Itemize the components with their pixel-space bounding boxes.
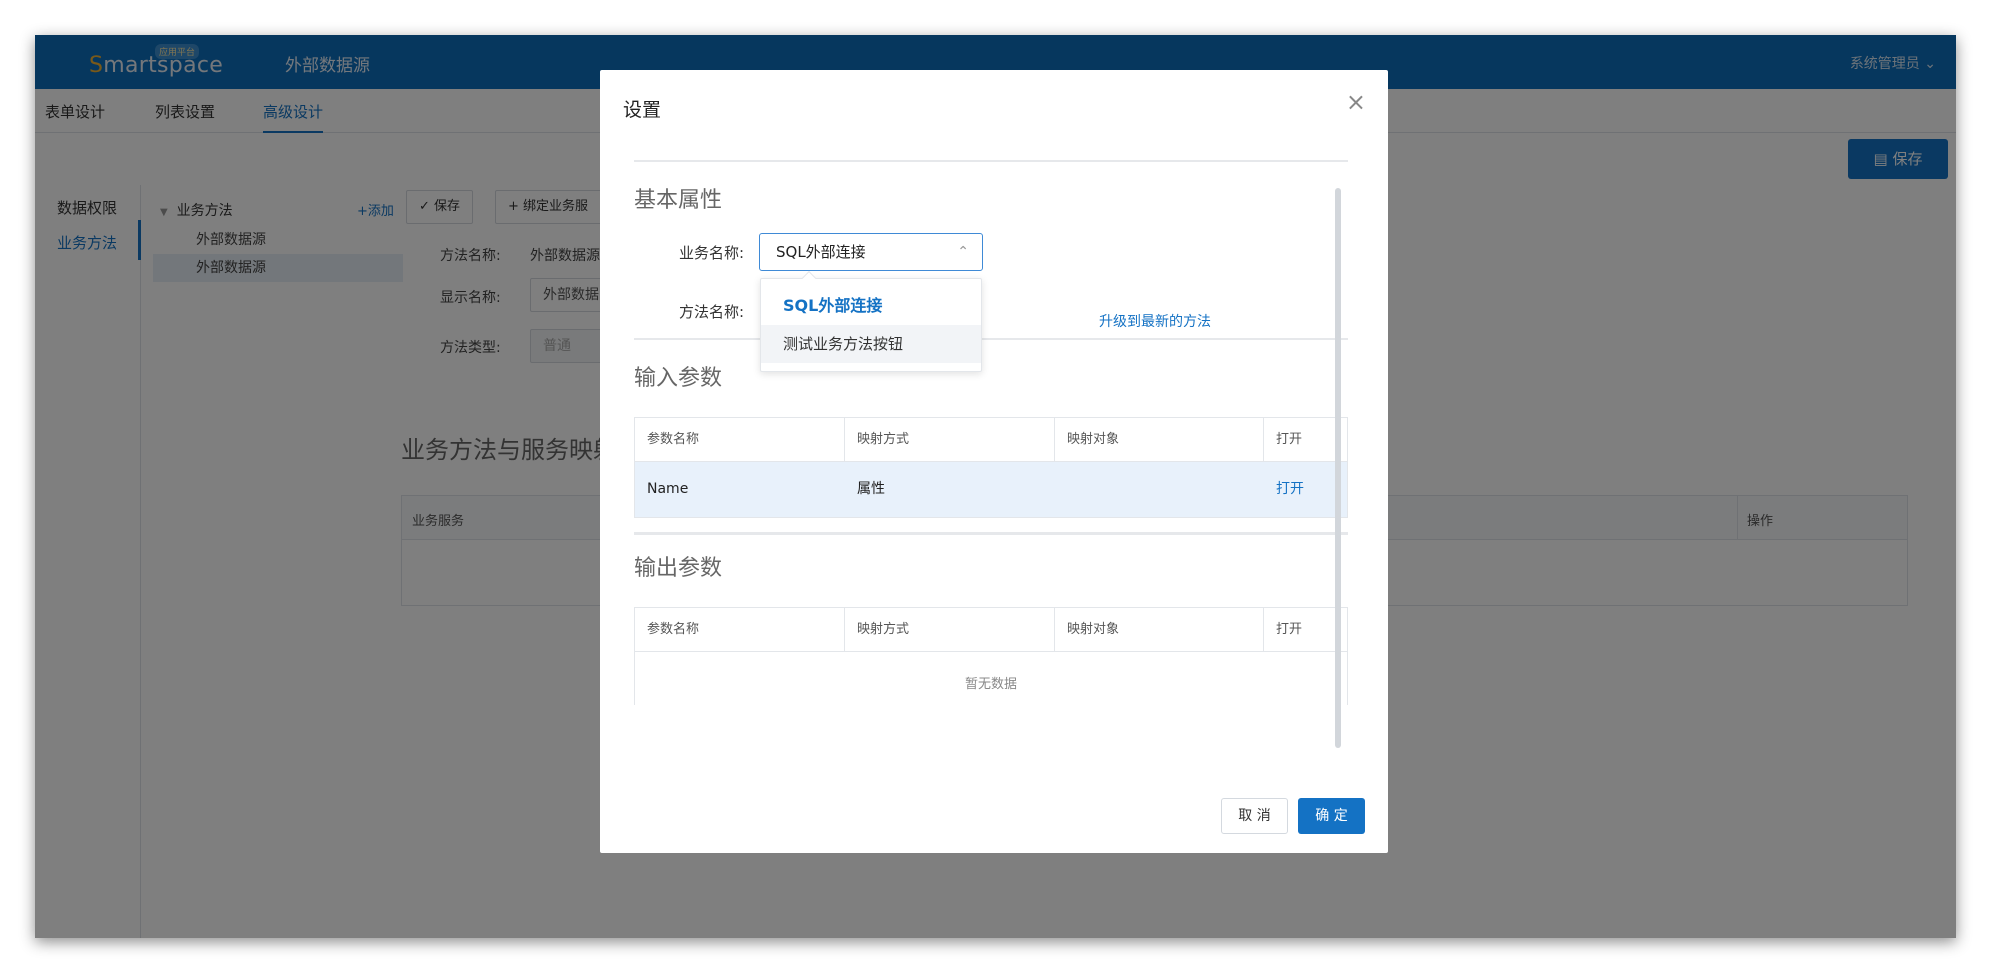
cancel-button[interactable]: 取 消 [1221, 798, 1288, 834]
business-name-value: SQL外部连接 [776, 243, 866, 261]
method-name-label: 方法名称: [679, 303, 745, 321]
column-header: 映射方式 [845, 418, 1055, 462]
close-icon[interactable]: × [1346, 88, 1366, 116]
empty-state-text: 暂无数据 [964, 677, 1017, 692]
upgrade-method-link[interactable]: 升级到最新的方法 [1099, 311, 1211, 331]
output-params-table: 参数名称 映射方式 映射对象 打开 暂无数据 [634, 607, 1348, 705]
basic-section-title: 基本属性 [634, 188, 723, 213]
divider [634, 338, 1348, 340]
business-name-dropdown: SQL外部连接 测试业务方法按钮 [760, 278, 982, 372]
app-window: Smartspace 应用平台 外部数据源 系统管理员 ⌄ 表单设计 列表设置 … [35, 35, 1956, 938]
dropdown-option-selected[interactable]: SQL外部连接 [761, 287, 981, 325]
input-section-title: 输入参数 [634, 366, 723, 391]
column-header: 参数名称 [635, 418, 845, 462]
divider [634, 532, 1348, 535]
param-target-cell[interactable] [1055, 462, 1067, 517]
table-header-row: 参数名称 映射方式 映射对象 打开 [635, 418, 1347, 462]
scrollbar[interactable] [1335, 188, 1341, 748]
param-mode-cell: 属性 [857, 481, 885, 497]
dropdown-option[interactable]: 测试业务方法按钮 [761, 325, 981, 363]
open-link[interactable]: 打开 [1264, 462, 1304, 517]
column-header: 映射方式 [845, 608, 1055, 652]
param-name-cell: Name [647, 481, 689, 497]
business-name-select[interactable]: SQL外部连接 ⌃ [759, 233, 983, 271]
column-header: 映射对象 [1055, 608, 1264, 652]
dialog-title: 设置 [623, 99, 662, 121]
confirm-button[interactable]: 确 定 [1298, 798, 1365, 834]
table-row[interactable]: Name 属性 打开 [635, 462, 1347, 517]
business-name-label: 业务名称: [679, 244, 745, 262]
table-header-row: 参数名称 映射方式 映射对象 打开 [635, 608, 1347, 652]
divider [634, 160, 1348, 162]
dialog-body: 基本属性 业务名称: SQL外部连接 ⌃ 方法名称: 升级到最新的方法 输入参数… [634, 160, 1348, 705]
chevron-up-icon: ⌃ [957, 244, 969, 260]
column-header: 映射对象 [1055, 418, 1264, 462]
input-params-table: 参数名称 映射方式 映射对象 打开 Name 属性 打开 [634, 417, 1348, 518]
output-section-title: 输出参数 [634, 556, 723, 581]
column-header: 参数名称 [635, 608, 845, 652]
settings-dialog: 设置 × 基本属性 业务名称: SQL外部连接 ⌃ 方法名称: 升级到最新的方法… [600, 70, 1388, 853]
